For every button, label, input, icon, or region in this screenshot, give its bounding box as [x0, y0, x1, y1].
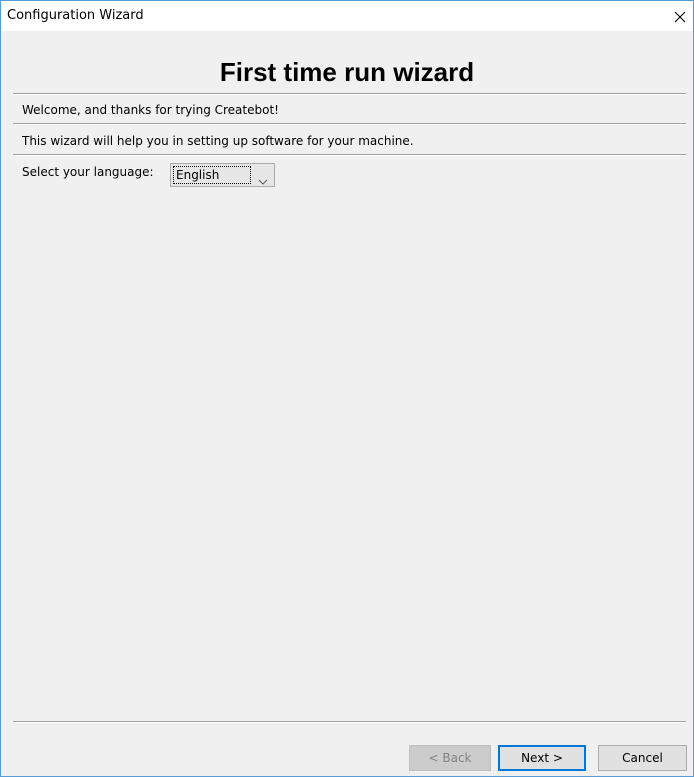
welcome-text: Welcome, and thanks for trying Createbot…	[22, 103, 279, 117]
divider	[13, 93, 686, 95]
divider	[13, 154, 686, 156]
close-icon[interactable]	[673, 9, 687, 23]
footer-divider	[13, 721, 686, 723]
description-text: This wizard will help you in setting up …	[22, 134, 414, 148]
back-button[interactable]: < Back	[409, 745, 491, 771]
next-button[interactable]: Next >	[498, 745, 586, 771]
language-label: Select your language:	[22, 165, 154, 179]
chevron-down-icon[interactable]	[258, 171, 268, 185]
page-title: First time run wizard	[219, 57, 475, 87]
language-select-value: English	[173, 166, 251, 184]
title-bar[interactable]: Configuration Wizard	[1, 1, 693, 31]
window-title: Configuration Wizard	[7, 8, 144, 23]
configuration-wizard-window: Configuration Wizard First time run wiza…	[0, 0, 694, 777]
cancel-button[interactable]: Cancel	[598, 745, 687, 771]
divider	[13, 123, 686, 125]
language-select[interactable]: English	[170, 163, 275, 187]
wizard-page: First time run wizard Welcome, and thank…	[1, 31, 693, 776]
